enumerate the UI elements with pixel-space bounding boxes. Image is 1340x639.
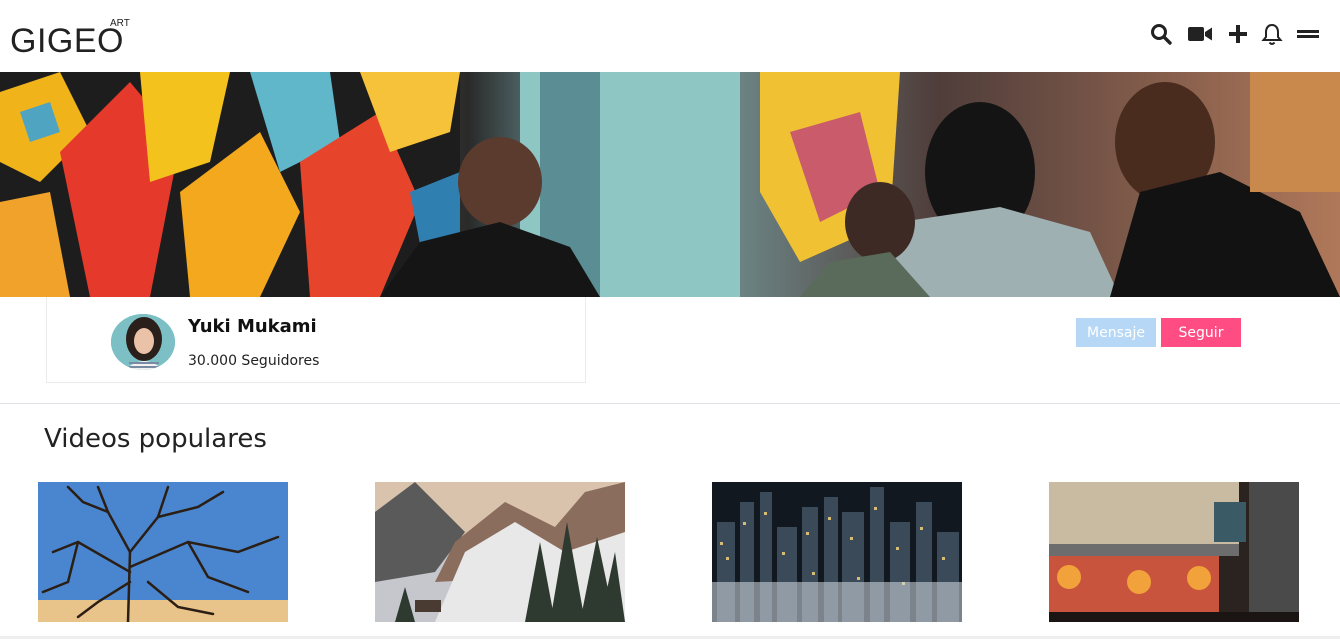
video-thumbnail-mountains[interactable]	[375, 482, 625, 622]
brand-logo[interactable]: GIGEO	[10, 22, 124, 61]
menu-icon[interactable]	[1295, 22, 1321, 46]
search-icon[interactable]	[1148, 22, 1174, 46]
profile-name[interactable]: Yuki Mukami	[188, 316, 317, 337]
follow-button[interactable]: Seguir	[1161, 318, 1241, 347]
profile-avatar[interactable]	[111, 314, 175, 370]
bell-icon[interactable]	[1259, 22, 1285, 46]
section-divider	[0, 403, 1340, 404]
brand-logo-superscript: ART	[110, 18, 130, 29]
cover-banner-image	[0, 72, 1340, 297]
video-thumbnail-tree[interactable]	[38, 482, 288, 622]
popular-videos-heading: Videos populares	[44, 424, 267, 454]
video-thumbnail-city[interactable]	[712, 482, 962, 622]
follower-count: 30.000 Seguidores	[188, 353, 320, 369]
message-button[interactable]: Mensaje	[1076, 318, 1156, 347]
plus-icon[interactable]	[1225, 22, 1251, 46]
video-thumbnail-storefront[interactable]	[1049, 482, 1299, 622]
video-camera-icon[interactable]	[1187, 22, 1213, 46]
top-navbar: GIGEO ART	[0, 0, 1340, 72]
